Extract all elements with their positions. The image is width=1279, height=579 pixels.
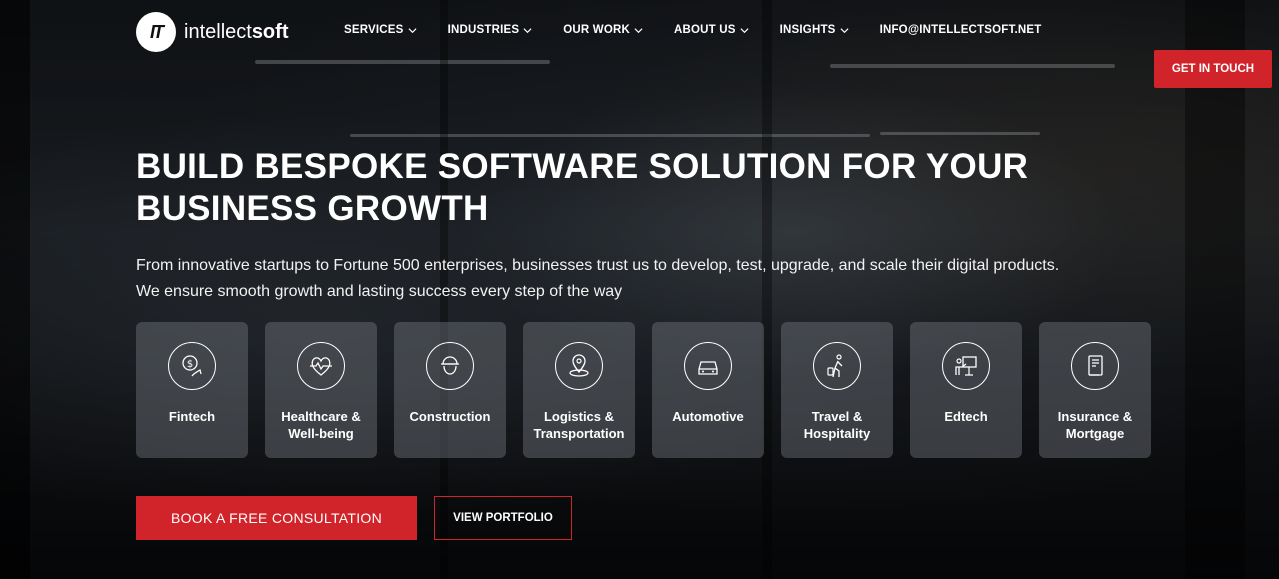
industry-card-edtech[interactable]: Edtech xyxy=(910,322,1022,458)
edtech-icon xyxy=(942,342,990,390)
nav-about-us[interactable]: ABOUT US xyxy=(674,24,749,36)
svg-text:$: $ xyxy=(187,359,193,370)
nav-services[interactable]: SERVICES xyxy=(344,24,417,36)
brand-logo[interactable]: IT intellectsoft xyxy=(136,12,288,52)
industry-card-insurance[interactable]: Insurance & Mortgage xyxy=(1039,322,1151,458)
construction-icon xyxy=(426,342,474,390)
industry-card-healthcare[interactable]: Healthcare & Well-being xyxy=(265,322,377,458)
industry-card-label: Insurance & Mortgage xyxy=(1057,409,1133,441)
book-consultation-button[interactable]: BOOK A FREE CONSULTATION xyxy=(136,496,417,540)
main-nav: SERVICES INDUSTRIES OUR WORK ABOUT US IN… xyxy=(344,24,1041,36)
view-portfolio-button[interactable]: VIEW PORTFOLIO xyxy=(434,496,572,540)
insurance-icon xyxy=(1071,342,1119,390)
industry-card-label: Logistics & Transportation xyxy=(533,409,625,441)
industry-card-label: Automotive xyxy=(672,409,744,424)
industry-card-fintech[interactable]: $ Fintech xyxy=(136,322,248,458)
hero-subtitle: From innovative startups to Fortune 500 … xyxy=(136,257,1060,300)
chevron-down-icon xyxy=(740,27,749,33)
get-in-touch-button[interactable]: GET IN TOUCH xyxy=(1154,50,1272,88)
fintech-icon: $ xyxy=(168,342,216,390)
brand-name: intellectsoft xyxy=(184,20,289,43)
logistics-icon xyxy=(555,342,603,390)
chevron-down-icon xyxy=(523,27,532,33)
industry-card-label: Edtech xyxy=(944,409,988,424)
industry-card-construction[interactable]: Construction xyxy=(394,322,506,458)
industry-card-label: Fintech xyxy=(168,409,216,424)
nav-insights[interactable]: INSIGHTS xyxy=(780,24,849,36)
nav-industries[interactable]: INDUSTRIES xyxy=(448,24,533,36)
chevron-down-icon xyxy=(634,27,643,33)
automotive-icon xyxy=(684,342,732,390)
industry-card-label: Construction xyxy=(409,409,491,424)
chevron-down-icon xyxy=(840,27,849,33)
logo-mark-icon: IT xyxy=(136,12,176,52)
industry-card-logistics[interactable]: Logistics & Transportation xyxy=(523,322,635,458)
industry-card-label: Travel & Hospitality xyxy=(803,409,871,441)
hero-title: BUILD BESPOKE SOFTWARE SOLUTION FOR YOUR… xyxy=(136,147,1029,228)
industry-card-travel[interactable]: Travel & Hospitality xyxy=(781,322,893,458)
chevron-down-icon xyxy=(408,27,417,33)
industry-card-label: Healthcare & Well-being xyxy=(281,409,361,441)
nav-our-work[interactable]: OUR WORK xyxy=(563,24,643,36)
nav-email-link[interactable]: INFO@INTELLECTSOFT.NET xyxy=(880,24,1042,36)
industry-cards: $ Fintech Healthcare & Well-being Constr… xyxy=(136,322,1151,458)
industry-card-automotive[interactable]: Automotive xyxy=(652,322,764,458)
travel-icon xyxy=(813,342,861,390)
healthcare-icon xyxy=(297,342,345,390)
